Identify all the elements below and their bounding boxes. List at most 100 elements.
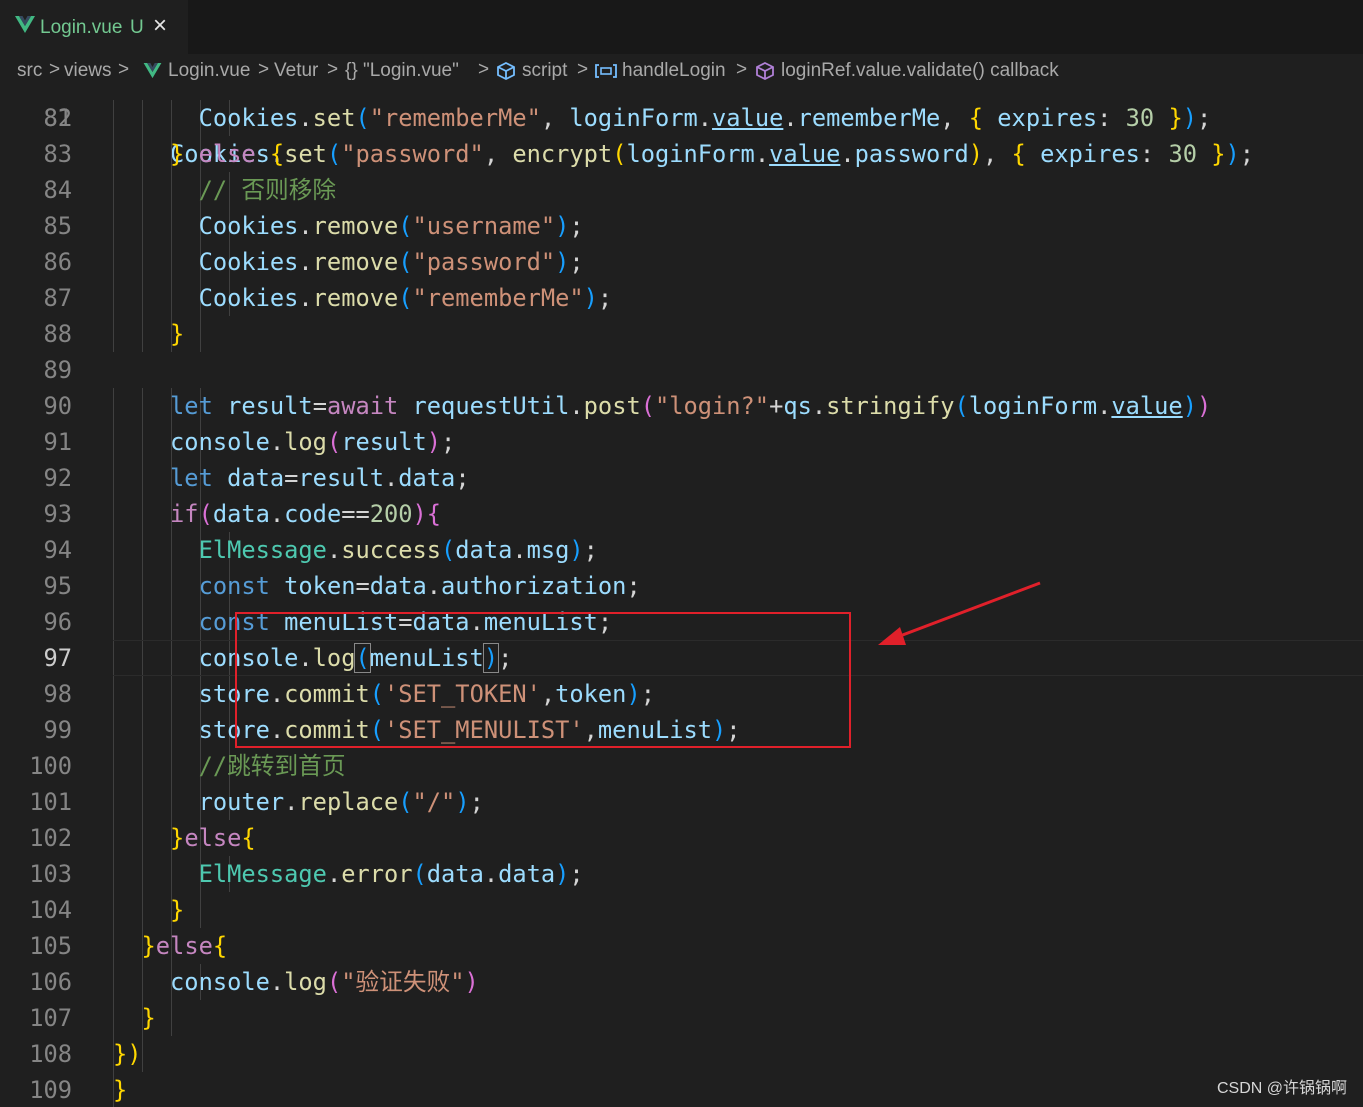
breadcrumb-item-vetur[interactable]: Vetur <box>274 59 318 83</box>
line-number: 90 <box>43 392 72 420</box>
line-number: 95 <box>43 572 72 600</box>
code-text: } <box>170 320 185 348</box>
line-number: 106 <box>29 968 72 996</box>
line-number: 93 <box>43 500 72 528</box>
code-text: let result=await requestUtil.post("login… <box>170 392 1212 420</box>
code-line: 103 ElMessage.error(data.data); <box>0 856 1363 892</box>
line-number: 86 <box>43 248 72 276</box>
code-text: }) <box>113 1040 142 1068</box>
variable-icon <box>595 64 617 78</box>
method-cube-icon <box>756 62 774 80</box>
code-line: 84 // 否则移除 <box>0 172 1363 208</box>
breadcrumb-separator: > <box>258 59 270 80</box>
code-line: 95 const token=data.authorization; <box>0 568 1363 604</box>
namespace-icon <box>497 62 515 80</box>
code-line: 87 Cookies.remove("rememberMe"); <box>0 280 1363 316</box>
close-icon[interactable]: × <box>153 12 167 40</box>
breadcrumb-separator: > <box>327 59 339 80</box>
line-number: 99 <box>43 716 72 744</box>
code-text: ElMessage.error(data.data); <box>198 860 584 888</box>
line-number: 85 <box>43 212 72 240</box>
breadcrumb-item-handlelogin[interactable]: handleLogin <box>622 59 726 83</box>
line-number: 94 <box>43 536 72 564</box>
code-line: 88 } <box>0 316 1363 352</box>
breadcrumb-item-login-vue[interactable]: Login.vue <box>168 59 250 83</box>
line-number: 96 <box>43 608 72 636</box>
code-text: console.log("验证失败") <box>170 968 479 996</box>
line-number: 92 <box>43 464 72 492</box>
code-text: Cookies.remove("rememberMe"); <box>198 284 613 312</box>
breadcrumb-item-callback[interactable]: loginRef.value.validate() callback <box>781 59 1059 83</box>
indent-guide <box>171 1000 172 1036</box>
line-number: 91 <box>43 428 72 456</box>
line-number: 102 <box>29 824 72 852</box>
code-line: 107 } <box>0 1000 1363 1036</box>
indent-guide <box>142 1036 143 1072</box>
breadcrumb-separator: > <box>49 59 61 80</box>
breadcrumb-separator: > <box>118 59 130 80</box>
line-number: 89 <box>43 356 72 384</box>
code-line: 100 //跳转到首页 <box>0 748 1363 784</box>
line-number: 107 <box>29 1004 72 1032</box>
code-text: } <box>141 1004 156 1032</box>
breadcrumb-item-module[interactable]: {} "Login.vue" <box>345 59 459 83</box>
breadcrumb-separator: > <box>577 59 589 80</box>
code-editor[interactable]: 81 Cookies.set("password", encrypt(login… <box>0 88 1363 1107</box>
code-line: 108}) <box>0 1036 1363 1072</box>
code-text: ElMessage.success(data.msg); <box>198 536 598 564</box>
code-line: 82 Cookies.set("rememberMe", loginForm.v… <box>0 100 1363 136</box>
line-number: 87 <box>43 284 72 312</box>
line-number: 83 <box>43 140 72 168</box>
code-line: 106 console.log("验证失败") <box>0 964 1363 1000</box>
code-line: 101 router.replace("/"); <box>0 784 1363 820</box>
line-number: 104 <box>29 896 72 924</box>
code-line: 94 ElMessage.success(data.msg); <box>0 532 1363 568</box>
code-text: // 否则移除 <box>198 176 337 204</box>
code-line: 85 Cookies.remove("username"); <box>0 208 1363 244</box>
code-line: 89 <box>0 352 1363 388</box>
line-number: 109 <box>29 1076 72 1104</box>
line-number: 97 <box>43 644 72 672</box>
indent-guide <box>200 316 201 352</box>
line-number: 101 <box>29 788 72 816</box>
vue-file-icon <box>15 16 35 33</box>
breadcrumb-item-script[interactable]: script <box>522 59 567 83</box>
line-number: 100 <box>29 752 72 780</box>
tab-file-name: Login.vue <box>40 17 123 38</box>
code-line: 91 console.log(result); <box>0 424 1363 460</box>
editor-tab-bar: Login.vue U × <box>0 0 1363 54</box>
breadcrumb: src > views > Login.vue > Vetur > {} "Lo… <box>0 54 1363 88</box>
code-text: Cookies.remove("password"); <box>198 248 584 276</box>
code-text: } <box>170 896 185 924</box>
code-text: if(data.code==200){ <box>170 500 442 528</box>
code-text: router.replace("/"); <box>198 788 484 816</box>
code-text: //跳转到首页 <box>198 752 346 780</box>
line-number: 108 <box>29 1040 72 1068</box>
breadcrumb-item-views[interactable]: views <box>64 59 112 83</box>
git-untracked-badge: U <box>130 17 144 38</box>
annotation-arrow <box>878 581 1041 645</box>
code-line: 90 let result=await requestUtil.post("lo… <box>0 388 1363 424</box>
code-text: Cookies.set("rememberMe", loginForm.valu… <box>198 104 1212 132</box>
breadcrumb-item-src[interactable]: src <box>17 59 42 83</box>
code-line: 104 } <box>0 892 1363 928</box>
code-line: 83 } else { <box>0 136 1363 172</box>
line-number: 88 <box>43 320 72 348</box>
code-line: 105 }else{ <box>0 928 1363 964</box>
tab-login-vue[interactable]: Login.vue U × <box>0 0 188 54</box>
line-number: 98 <box>43 680 72 708</box>
csdn-watermark: CSDN @许锅锅啊 <box>1216 1080 1347 1097</box>
code-text: Cookies.remove("username"); <box>198 212 584 240</box>
code-text: const token=data.authorization; <box>198 572 641 600</box>
code-line: 86 Cookies.remove("password"); <box>0 244 1363 280</box>
code-line: 102 }else{ <box>0 820 1363 856</box>
line-number: 103 <box>29 860 72 888</box>
code-line: 92 let data=result.data; <box>0 460 1363 496</box>
code-text: console.log(result); <box>170 428 456 456</box>
annotation-highlight-box <box>235 612 851 748</box>
vue-file-icon <box>143 63 162 79</box>
code-text: } else { <box>170 140 285 168</box>
line-number: 105 <box>29 932 72 960</box>
code-text: let data=result.data; <box>170 464 470 492</box>
code-line: 93 if(data.code==200){ <box>0 496 1363 532</box>
